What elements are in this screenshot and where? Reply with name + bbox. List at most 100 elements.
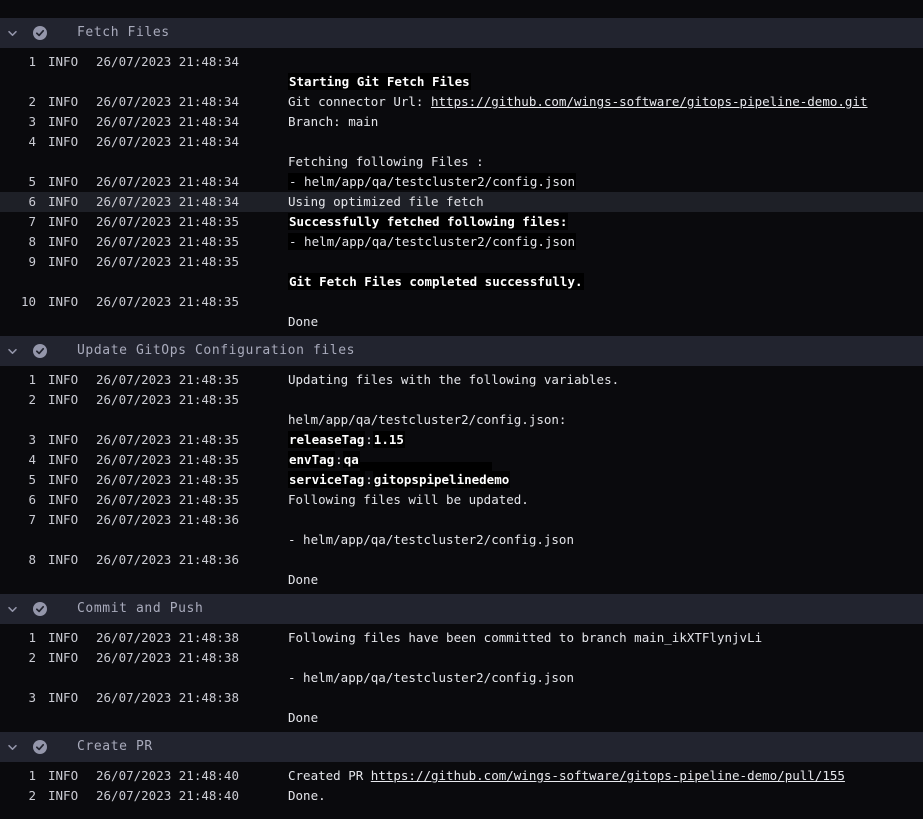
log-level: INFO bbox=[48, 786, 78, 806]
log-row[interactable]: 4INFO26/07/2023 21:48:34 bbox=[0, 132, 923, 152]
log-text-segment: : bbox=[365, 472, 373, 487]
log-row[interactable]: 9INFO26/07/2023 21:48:35 bbox=[0, 252, 923, 272]
log-timestamp: 26/07/2023 21:48:34 bbox=[96, 192, 239, 212]
log-row[interactable]: 3INFO26/07/2023 21:48:35releaseTag:1.15 bbox=[0, 430, 923, 450]
log-row[interactable]: Done bbox=[0, 708, 923, 728]
log-text-segment: Successfully fetched following files: bbox=[288, 213, 568, 230]
log-row[interactable]: 2INFO26/07/2023 21:48:40Done. bbox=[0, 786, 923, 806]
log-timestamp: 26/07/2023 21:48:40 bbox=[96, 766, 239, 786]
log-line-number: 5 bbox=[0, 470, 36, 490]
pipeline-log-console: Fetch Files1INFO26/07/2023 21:48:34Start… bbox=[0, 0, 923, 819]
log-row[interactable]: Git Fetch Files completed successfully. bbox=[0, 272, 923, 292]
chevron-down-icon[interactable] bbox=[6, 741, 19, 754]
log-line-number: 6 bbox=[0, 490, 36, 510]
log-timestamp: 26/07/2023 21:48:35 bbox=[96, 212, 239, 232]
log-message: Updating files with the following variab… bbox=[288, 370, 923, 390]
log-message: Done bbox=[288, 312, 923, 332]
step-section-header[interactable]: Update GitOps Configuration files bbox=[0, 336, 923, 366]
log-text-segment: Following files have been committed to b… bbox=[288, 630, 762, 645]
step-section-header[interactable]: Create PR bbox=[0, 732, 923, 762]
log-row[interactable]: 6INFO26/07/2023 21:48:34Using optimized … bbox=[0, 192, 923, 212]
log-level: INFO bbox=[48, 52, 78, 72]
log-text-segment: Created PR bbox=[288, 768, 371, 783]
log-row[interactable]: helm/app/qa/testcluster2/config.json: bbox=[0, 410, 923, 430]
log-message: Following files have been committed to b… bbox=[288, 628, 923, 648]
log-row[interactable]: 6INFO26/07/2023 21:48:35Following files … bbox=[0, 490, 923, 510]
step-title: Fetch Files bbox=[77, 18, 170, 48]
log-text-segment: Branch: main bbox=[288, 114, 378, 129]
log-row[interactable]: 1INFO26/07/2023 21:48:34 bbox=[0, 52, 923, 72]
log-timestamp: 26/07/2023 21:48:38 bbox=[96, 648, 239, 668]
log-timestamp: 26/07/2023 21:48:34 bbox=[96, 92, 239, 112]
log-timestamp: 26/07/2023 21:48:34 bbox=[96, 112, 239, 132]
log-row[interactable]: - helm/app/qa/testcluster2/config.json bbox=[0, 668, 923, 688]
log-line-number: 4 bbox=[0, 450, 36, 470]
log-row[interactable]: 8INFO26/07/2023 21:48:36 bbox=[0, 550, 923, 570]
log-area: 1INFO26/07/2023 21:48:34Starting Git Fet… bbox=[0, 48, 923, 336]
step-section: Commit and Push1INFO26/07/2023 21:48:38F… bbox=[0, 594, 923, 732]
log-line-number: 7 bbox=[0, 510, 36, 530]
check-circle-icon bbox=[32, 601, 48, 617]
log-message: Fetching following Files : bbox=[288, 152, 923, 172]
log-level: INFO bbox=[48, 430, 78, 450]
log-timestamp: 26/07/2023 21:48:35 bbox=[96, 252, 239, 272]
log-row[interactable]: - helm/app/qa/testcluster2/config.json bbox=[0, 530, 923, 550]
log-level: INFO bbox=[48, 490, 78, 510]
log-line-number: 1 bbox=[0, 766, 36, 786]
log-row[interactable]: 10INFO26/07/2023 21:48:35 bbox=[0, 292, 923, 312]
log-message: Following files will be updated. bbox=[288, 490, 923, 510]
log-line-number: 3 bbox=[0, 112, 36, 132]
log-row[interactable]: 2INFO26/07/2023 21:48:35 bbox=[0, 390, 923, 410]
log-text-segment: gitopspipelinedemo bbox=[373, 471, 510, 488]
log-text-segment: - helm/app/qa/testcluster2/config.json bbox=[288, 173, 576, 190]
log-timestamp: 26/07/2023 21:48:34 bbox=[96, 172, 239, 192]
log-line-number: 2 bbox=[0, 786, 36, 806]
log-row[interactable]: 5INFO26/07/2023 21:48:34- helm/app/qa/te… bbox=[0, 172, 923, 192]
log-row[interactable]: 8INFO26/07/2023 21:48:35- helm/app/qa/te… bbox=[0, 232, 923, 252]
log-message: helm/app/qa/testcluster2/config.json: bbox=[288, 410, 923, 430]
log-message: Branch: main bbox=[288, 112, 923, 132]
log-line-number: 2 bbox=[0, 390, 36, 410]
log-row[interactable]: 3INFO26/07/2023 21:48:38 bbox=[0, 688, 923, 708]
log-timestamp: 26/07/2023 21:48:38 bbox=[96, 688, 239, 708]
log-row[interactable]: 3INFO26/07/2023 21:48:34Branch: main bbox=[0, 112, 923, 132]
log-timestamp: 26/07/2023 21:48:38 bbox=[96, 628, 239, 648]
log-line-number: 3 bbox=[0, 430, 36, 450]
log-level: INFO bbox=[48, 628, 78, 648]
log-row[interactable]: 1INFO26/07/2023 21:48:35Updating files w… bbox=[0, 370, 923, 390]
log-row[interactable]: 5INFO26/07/2023 21:48:35serviceTag:gitop… bbox=[0, 470, 923, 490]
log-row[interactable]: Done bbox=[0, 312, 923, 332]
step-section-header[interactable]: Commit and Push bbox=[0, 594, 923, 624]
log-link[interactable]: https://github.com/wings-software/gitops… bbox=[431, 94, 868, 109]
log-timestamp: 26/07/2023 21:48:40 bbox=[96, 786, 239, 806]
log-timestamp: 26/07/2023 21:48:35 bbox=[96, 470, 239, 490]
chevron-down-icon[interactable] bbox=[6, 603, 19, 616]
log-message: releaseTag:1.15 bbox=[288, 430, 923, 450]
log-level: INFO bbox=[48, 132, 78, 152]
log-timestamp: 26/07/2023 21:48:36 bbox=[96, 510, 239, 530]
log-row[interactable]: Fetching following Files : bbox=[0, 152, 923, 172]
log-row[interactable]: 7INFO26/07/2023 21:48:36 bbox=[0, 510, 923, 530]
log-message: Using optimized file fetch bbox=[288, 192, 923, 212]
log-level: INFO bbox=[48, 292, 78, 312]
log-row[interactable]: Starting Git Fetch Files bbox=[0, 72, 923, 92]
log-row[interactable]: Done bbox=[0, 570, 923, 590]
log-row[interactable]: 2INFO26/07/2023 21:48:34Git connector Ur… bbox=[0, 92, 923, 112]
log-area: 1INFO26/07/2023 21:48:38Following files … bbox=[0, 624, 923, 732]
log-level: INFO bbox=[48, 390, 78, 410]
log-line-number: 7 bbox=[0, 212, 36, 232]
log-link[interactable]: https://github.com/wings-software/gitops… bbox=[371, 768, 845, 783]
log-text-segment: - helm/app/qa/testcluster2/config.json bbox=[288, 532, 574, 547]
step-section-header[interactable]: Fetch Files bbox=[0, 18, 923, 48]
log-row[interactable]: 7INFO26/07/2023 21:48:35Successfully fet… bbox=[0, 212, 923, 232]
log-row[interactable]: 2INFO26/07/2023 21:48:38 bbox=[0, 648, 923, 668]
log-row[interactable]: 1INFO26/07/2023 21:48:38Following files … bbox=[0, 628, 923, 648]
step-title: Create PR bbox=[77, 732, 153, 762]
log-level: INFO bbox=[48, 550, 78, 570]
log-level: INFO bbox=[48, 192, 78, 212]
chevron-down-icon[interactable] bbox=[6, 27, 19, 40]
log-row[interactable]: 1INFO26/07/2023 21:48:40Created PR https… bbox=[0, 766, 923, 786]
chevron-down-icon[interactable] bbox=[6, 345, 19, 358]
log-line-number: 9 bbox=[0, 252, 36, 272]
log-line-number: 10 bbox=[0, 292, 36, 312]
